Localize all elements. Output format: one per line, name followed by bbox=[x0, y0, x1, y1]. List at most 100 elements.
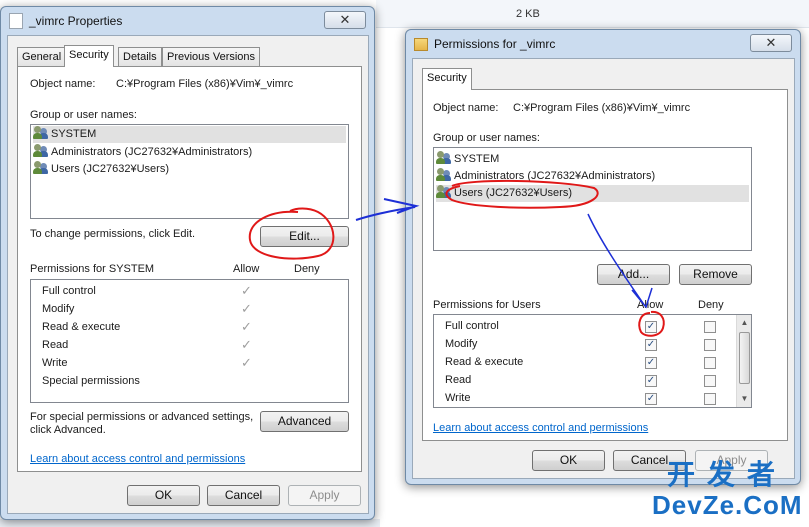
allow-check-icon: ✓ bbox=[241, 337, 252, 352]
permission-name: Read bbox=[445, 374, 472, 386]
permissions-panel: Object name: C:¥Program Files (x86)¥Vim¥… bbox=[422, 89, 788, 441]
tab-security[interactable]: Security bbox=[64, 45, 114, 67]
user-item-system[interactable]: SYSTEM bbox=[33, 126, 346, 143]
user-name: Users (JC27632¥Users) bbox=[454, 187, 572, 199]
properties-window: _vimrc Properties ✕ General Security Det… bbox=[0, 6, 375, 520]
permissions-scrollbar[interactable]: ▲ ▼ bbox=[736, 315, 751, 407]
permissions-for-label: Permissions for Users bbox=[433, 299, 541, 311]
watermark: 开发者 DevZe.CoM bbox=[652, 459, 803, 521]
remove-button[interactable]: Remove bbox=[679, 264, 752, 285]
deny-checkbox-write[interactable] bbox=[704, 393, 716, 405]
allow-checkbox-read[interactable]: ✓ bbox=[645, 375, 657, 387]
edit-button[interactable]: Edit... bbox=[260, 226, 349, 247]
learn-permissions-link[interactable]: Learn about access control and permissio… bbox=[30, 453, 245, 465]
deny-header: Deny bbox=[698, 299, 724, 311]
user-list[interactable]: SYSTEM Administrators (JC27632¥Administr… bbox=[433, 147, 752, 251]
user-item-administrators[interactable]: Administrators (JC27632¥Administrators) bbox=[33, 144, 252, 161]
advanced-button[interactable]: Advanced bbox=[260, 411, 349, 432]
allow-check-icon: ✓ bbox=[241, 283, 252, 298]
file-icon bbox=[9, 13, 23, 29]
user-name: SYSTEM bbox=[51, 128, 97, 140]
tab-previous-versions[interactable]: Previous Versions bbox=[162, 47, 261, 67]
learn-permissions-link[interactable]: Learn about access control and permissio… bbox=[433, 422, 648, 434]
user-item-administrators[interactable]: Administrators (JC27632¥Administrators) bbox=[436, 168, 655, 185]
permission-name: Full control bbox=[445, 320, 499, 332]
object-name-label: Object name: bbox=[30, 78, 96, 90]
watermark-line1: 开发者 bbox=[666, 459, 787, 490]
permission-name: Write bbox=[42, 357, 68, 369]
users-group-icon bbox=[436, 185, 452, 198]
ok-button[interactable]: OK bbox=[127, 485, 200, 506]
users-group-icon bbox=[33, 144, 49, 157]
allow-check-icon: ✓ bbox=[241, 355, 252, 370]
scroll-down-arrow-icon[interactable]: ▼ bbox=[737, 392, 751, 406]
allow-header: Allow bbox=[637, 299, 664, 311]
close-button[interactable]: ✕ bbox=[324, 11, 366, 29]
user-name: Administrators (JC27632¥Administrators) bbox=[51, 146, 253, 158]
permissions-client-area: Security Object name: C:¥Program Files (… bbox=[412, 58, 795, 479]
users-group-icon bbox=[436, 151, 452, 164]
ok-button[interactable]: OK bbox=[532, 450, 605, 471]
close-button[interactable]: ✕ bbox=[750, 34, 792, 52]
object-name-label: Object name: bbox=[433, 102, 499, 114]
cancel-button[interactable]: Cancel bbox=[207, 485, 280, 506]
permissions-list: Full control Modify Read & execute Read … bbox=[30, 279, 349, 403]
user-item-users[interactable]: Users (JC27632¥Users) bbox=[436, 185, 749, 202]
group-names-label: Group or user names: bbox=[30, 109, 137, 121]
allow-checkbox-full-control[interactable]: ✓ bbox=[645, 321, 657, 333]
permissions-window-title: Permissions for _vimrc bbox=[434, 37, 556, 51]
permission-name: Modify bbox=[445, 338, 478, 350]
deny-checkbox-read-execute[interactable] bbox=[704, 357, 716, 369]
deny-checkbox-read[interactable] bbox=[704, 375, 716, 387]
allow-checkbox-read-execute[interactable]: ✓ bbox=[645, 357, 657, 369]
background-bottom-strip bbox=[0, 519, 380, 527]
permission-name: Special permissions bbox=[42, 375, 140, 387]
permission-name: Read bbox=[42, 339, 69, 351]
allow-checkbox-write[interactable]: ✓ bbox=[645, 393, 657, 405]
user-name: Administrators (JC27632¥Administrators) bbox=[454, 170, 656, 182]
close-icon: ✕ bbox=[765, 35, 777, 50]
allow-checkbox-modify[interactable]: ✓ bbox=[645, 339, 657, 351]
apply-button[interactable]: Apply bbox=[288, 485, 361, 506]
deny-checkbox-full-control[interactable] bbox=[704, 321, 716, 333]
add-button[interactable]: Add... bbox=[597, 264, 670, 285]
close-icon: ✕ bbox=[339, 12, 351, 27]
user-item-users[interactable]: Users (JC27632¥Users) bbox=[33, 161, 169, 178]
allow-check-icon: ✓ bbox=[241, 301, 252, 316]
permissions-for-label: Permissions for SYSTEM bbox=[30, 263, 155, 275]
security-tab-panel: Object name: C:¥Program Files (x86)¥Vim¥… bbox=[17, 66, 362, 472]
properties-window-title: _vimrc Properties bbox=[29, 14, 123, 28]
tab-security[interactable]: Security bbox=[422, 68, 472, 90]
object-name-value: C:¥Program Files (x86)¥Vim¥_vimrc bbox=[513, 102, 691, 114]
user-item-system[interactable]: SYSTEM bbox=[436, 151, 499, 168]
permissions-window: Permissions for _vimrc ✕ Security Object… bbox=[405, 29, 801, 485]
tab-details[interactable]: Details bbox=[118, 47, 162, 67]
group-names-label: Group or user names: bbox=[433, 132, 540, 144]
users-group-icon bbox=[33, 161, 49, 174]
background-explorer-row bbox=[376, 0, 809, 28]
permission-name: Full control bbox=[42, 285, 96, 297]
object-name-value: C:¥Program Files (x86)¥Vim¥_vimrc bbox=[116, 78, 294, 90]
background-file-size: 2 KB bbox=[516, 8, 540, 20]
allow-header: Allow bbox=[233, 263, 260, 275]
permission-name: Write bbox=[445, 392, 471, 404]
permissions-list: Full control Modify Read & execute Read … bbox=[433, 314, 752, 408]
scroll-up-arrow-icon[interactable]: ▲ bbox=[737, 316, 751, 330]
scroll-thumb[interactable] bbox=[739, 332, 750, 384]
users-group-icon bbox=[436, 168, 452, 181]
deny-checkbox-modify[interactable] bbox=[704, 339, 716, 351]
deny-header: Deny bbox=[294, 263, 320, 275]
user-name: Users (JC27632¥Users) bbox=[51, 163, 169, 175]
user-name: SYSTEM bbox=[454, 153, 500, 165]
users-group-icon bbox=[33, 126, 49, 139]
folder-icon bbox=[414, 38, 428, 51]
watermark-line2: DevZe.CoM bbox=[652, 490, 803, 520]
allow-check-icon: ✓ bbox=[241, 319, 252, 334]
user-list[interactable]: SYSTEM Administrators (JC27632¥Administr… bbox=[30, 124, 349, 219]
tab-general[interactable]: General bbox=[17, 47, 67, 67]
permission-name: Read & execute bbox=[445, 356, 524, 368]
properties-client-area: General Security Details Previous Versio… bbox=[7, 35, 369, 514]
special-permissions-text-line1: For special permissions or advanced sett… bbox=[30, 411, 254, 423]
permission-name: Read & execute bbox=[42, 321, 121, 333]
permission-name: Modify bbox=[42, 303, 75, 315]
